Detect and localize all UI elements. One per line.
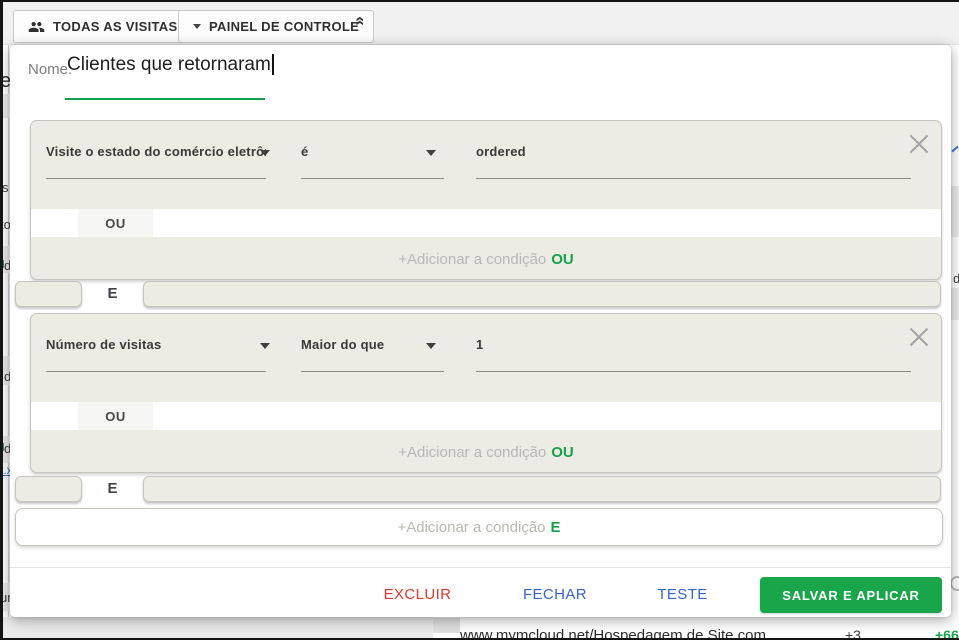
or-connector-band: OU: [31, 209, 941, 237]
screen-border: [0, 0, 3, 640]
add-or-prefix: +Adicionar a condição: [398, 250, 547, 268]
condition-group-2: Número de visitas Maior do que 1 OU +Adi…: [30, 313, 942, 473]
background-text-fragment: d: [953, 271, 959, 286]
delete-button[interactable]: EXCLUIR: [360, 578, 475, 612]
name-input-underline: [65, 98, 265, 100]
add-or-condition-button[interactable]: +Adicionar a condição OU: [31, 237, 941, 279]
condition2-field-select[interactable]: Número de visitas: [46, 334, 270, 372]
name-input-value: Clientes que retornaram: [67, 54, 271, 75]
footer-divider: [10, 567, 951, 568]
connector-bar: [15, 476, 82, 502]
add-or-word: OU: [551, 250, 574, 268]
close-button[interactable]: FECHAR: [500, 578, 610, 612]
and-connector-row: E: [10, 281, 951, 309]
add-or-prefix: +Adicionar a condição: [398, 443, 547, 461]
and-connector-label: E: [107, 285, 118, 302]
condition1-value-input[interactable]: ordered: [476, 141, 911, 179]
all-visits-label: TODAS AS VISITAS: [53, 19, 178, 34]
condition2-operator-select[interactable]: Maior do que: [301, 334, 444, 372]
screen-border: [0, 0, 959, 2]
segment-editor-dialog: Nome: Clientes que retornaram Visite o e…: [10, 45, 951, 617]
dropdown-arrow-icon: [260, 343, 270, 349]
all-visits-button[interactable]: TODAS AS VISITAS: [13, 10, 193, 43]
connector-bar: [143, 476, 941, 502]
condition-group-1: Visite o estado do comércio eletrônic é …: [30, 120, 942, 280]
people-icon: [28, 20, 45, 34]
control-panel-label: PAINEL DE CONTROLE: [209, 19, 360, 34]
background-box-fragment: [433, 618, 460, 633]
remove-condition-icon[interactable]: [909, 133, 929, 153]
add-and-word: E: [550, 518, 561, 536]
and-connector-label: E: [107, 480, 118, 497]
add-and-condition-button[interactable]: +Adicionar a condição E: [15, 508, 943, 546]
background-row-band: [951, 186, 959, 237]
or-connector-label: OU: [78, 402, 153, 430]
pencil-icon: [951, 145, 959, 153]
background-row-band: [951, 288, 959, 320]
background-band: [0, 617, 433, 640]
add-or-word: OU: [551, 443, 574, 461]
and-connector-row: E: [10, 476, 951, 504]
dropdown-arrow-icon: [426, 343, 436, 349]
name-label: Nome:: [28, 61, 73, 78]
name-input[interactable]: Clientes que retornaram: [67, 54, 274, 76]
add-or-condition-button[interactable]: +Adicionar a condição OU: [31, 430, 941, 472]
dropdown-arrow-icon: [260, 150, 270, 156]
condition2-value-input[interactable]: 1: [476, 334, 911, 372]
condition1-operator-select[interactable]: é: [301, 141, 444, 179]
test-button[interactable]: TESTE: [630, 578, 735, 612]
background-panel-edge: [8, 45, 9, 617]
save-and-apply-button[interactable]: SALVAR E APLICAR: [760, 577, 942, 613]
add-and-prefix: +Adicionar a condição: [397, 518, 546, 536]
control-panel-button[interactable]: PAINEL DE CONTROLE: [178, 10, 375, 43]
or-connector-label: OU: [78, 209, 153, 237]
remove-condition-icon[interactable]: [909, 326, 929, 346]
caret-down-icon: [193, 24, 201, 29]
connector-bar: [143, 281, 941, 307]
or-connector-band: OU: [31, 402, 941, 430]
collapse-up-icon[interactable]: «: [352, 16, 371, 25]
avatar: [950, 576, 959, 591]
condition1-field-select[interactable]: Visite o estado do comércio eletrônic: [46, 141, 270, 179]
text-cursor: [271, 54, 274, 75]
background-table-row: www.mymcloud.net/Hospedagem de Site com.…: [0, 617, 959, 640]
dropdown-arrow-icon: [426, 150, 436, 156]
connector-bar: [15, 281, 82, 307]
top-toolbar: TODAS AS VISITAS PAINEL DE CONTROLE «: [0, 0, 959, 45]
